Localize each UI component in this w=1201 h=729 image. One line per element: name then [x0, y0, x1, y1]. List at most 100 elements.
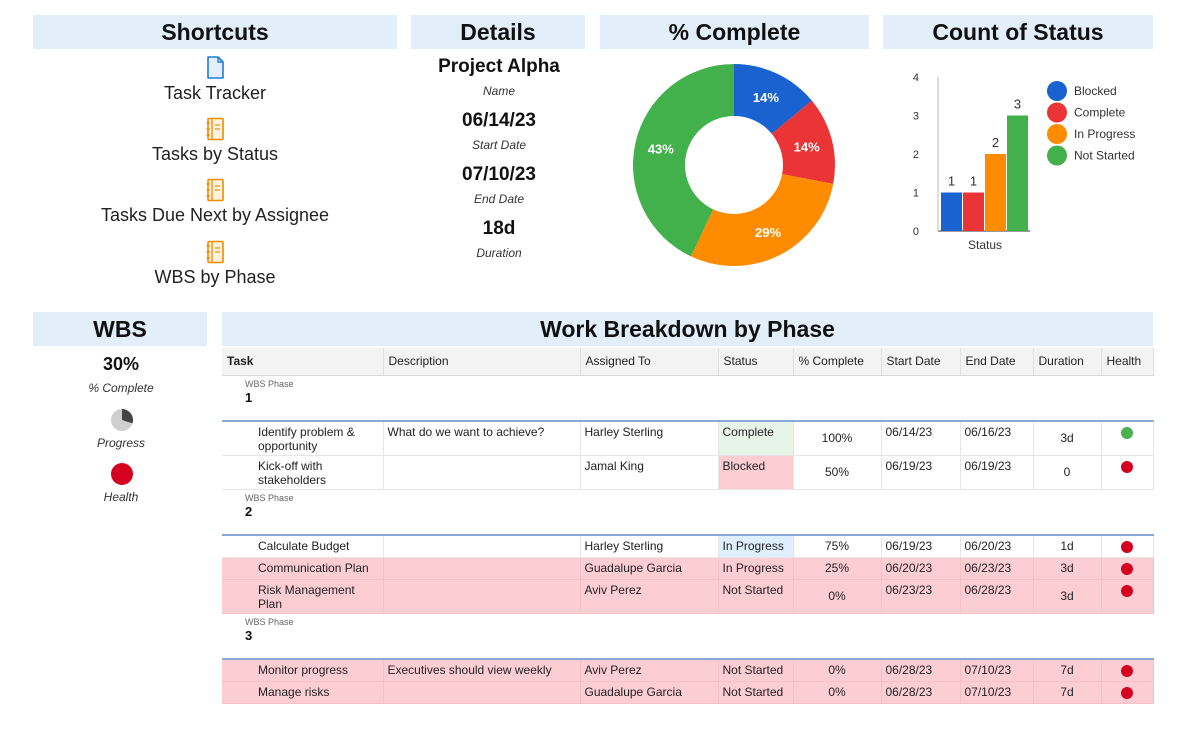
end-date-cell[interactable]: 06/28/23 — [960, 579, 1034, 614]
assigned-cell[interactable]: Jamal King — [580, 455, 719, 490]
task-cell[interactable]: Monitor progress — [222, 659, 384, 682]
description-cell[interactable] — [383, 535, 581, 558]
end-date-cell[interactable]: 06/20/23 — [960, 535, 1034, 558]
table-row[interactable]: Monitor progress Executives should view … — [222, 659, 1154, 682]
status-cell[interactable]: Not Started — [718, 659, 794, 682]
duration-cell[interactable]: 0 — [1033, 455, 1102, 490]
wbs-header: WBS — [33, 312, 207, 346]
start-date-cell[interactable]: 06/14/23 — [881, 421, 961, 456]
shortcut-task-tracker[interactable]: Task Tracker — [33, 56, 397, 104]
health-cell[interactable] — [1101, 579, 1154, 614]
percent-cell[interactable]: 0% — [793, 681, 882, 704]
health-cell[interactable] — [1101, 535, 1154, 558]
shortcut-label: Task Tracker — [163, 83, 267, 103]
column-header-task[interactable]: Task — [222, 348, 384, 376]
end-date-cell[interactable]: 06/23/23 — [960, 557, 1034, 580]
status-cell[interactable]: In Progress — [718, 557, 794, 580]
assigned-cell[interactable]: Aviv Perez — [580, 659, 719, 682]
column-header-health[interactable]: Health — [1101, 348, 1154, 376]
assigned-cell[interactable]: Aviv Perez — [580, 579, 719, 614]
health-cell[interactable] — [1101, 659, 1154, 682]
assigned-cell[interactable]: Harley Sterling — [580, 421, 719, 456]
column-header-status[interactable]: Status — [718, 348, 794, 376]
assigned-cell[interactable]: Guadalupe Garcia — [580, 557, 719, 580]
start-date-cell[interactable]: 06/19/23 — [881, 455, 961, 490]
description-cell[interactable]: What do we want to achieve? — [383, 421, 581, 456]
duration-cell[interactable]: 1d — [1033, 535, 1102, 558]
shortcut-tasks-due-next[interactable]: Tasks Due Next by Assignee — [33, 178, 397, 226]
percent-cell[interactable]: 50% — [793, 455, 882, 490]
task-cell[interactable]: Kick-off with stakeholders — [222, 455, 384, 490]
end-date-cell[interactable]: 06/16/23 — [960, 421, 1034, 456]
assigned-cell[interactable]: Guadalupe Garcia — [580, 681, 719, 704]
table-row[interactable]: Identify problem & opportunity What do w… — [222, 421, 1154, 456]
health-cell[interactable] — [1101, 421, 1154, 456]
description-cell[interactable] — [383, 681, 581, 704]
count-of-status-header: Count of Status — [883, 15, 1153, 49]
start-date-cell[interactable]: 06/23/23 — [881, 579, 961, 614]
task-cell[interactable]: Communication Plan — [222, 557, 384, 580]
duration-cell[interactable]: 7d — [1033, 681, 1102, 704]
start-date-cell[interactable]: 06/20/23 — [881, 557, 961, 580]
table-row[interactable]: Kick-off with stakeholders Jamal King Bl… — [222, 455, 1154, 490]
health-cell[interactable] — [1101, 681, 1154, 704]
column-header-description[interactable]: Description — [383, 348, 581, 376]
donut-slice-in-progress — [690, 174, 834, 266]
phase-cell: WBS Phase 3 — [222, 613, 1153, 660]
start-date-cell[interactable]: 06/19/23 — [881, 535, 961, 558]
start-date-cell[interactable]: 06/28/23 — [881, 659, 961, 682]
column-header-percent-complete[interactable]: % Complete — [793, 348, 882, 376]
duration-cell[interactable]: 7d — [1033, 659, 1102, 682]
bar-not-started — [1007, 115, 1028, 231]
y-tick-label: 2 — [913, 149, 919, 161]
percent-cell[interactable]: 100% — [793, 421, 882, 456]
task-cell[interactable]: Manage risks — [222, 681, 384, 704]
end-date-value: 07/10/23 — [462, 164, 536, 185]
y-tick-label: 0 — [913, 226, 919, 238]
duration-cell[interactable]: 3d — [1033, 579, 1102, 614]
legend-swatch-icon — [1047, 124, 1067, 144]
description-cell[interactable] — [383, 455, 581, 490]
table-row[interactable]: Communication Plan Guadalupe Garcia In P… — [222, 557, 1154, 580]
table-row[interactable]: Risk Management Plan Aviv Perez Not Star… — [222, 579, 1154, 614]
y-tick-label: 3 — [913, 111, 919, 123]
task-cell[interactable]: Identify problem & opportunity — [222, 421, 384, 456]
start-date-label: Start Date — [471, 138, 527, 152]
status-cell[interactable]: Not Started — [718, 681, 794, 704]
column-header-assigned-to[interactable]: Assigned To — [580, 348, 719, 376]
percent-cell[interactable]: 25% — [793, 557, 882, 580]
legend-swatch-icon — [1047, 145, 1067, 166]
duration-cell[interactable]: 3d — [1033, 557, 1102, 580]
column-header-start-date[interactable]: Start Date — [881, 348, 961, 376]
end-date-cell[interactable]: 07/10/23 — [960, 659, 1034, 682]
status-cell[interactable]: Not Started — [718, 579, 794, 614]
percent-cell[interactable]: 0% — [793, 579, 882, 614]
description-cell[interactable] — [383, 557, 581, 580]
shortcut-tasks-by-status[interactable]: Tasks by Status — [33, 117, 397, 165]
status-cell[interactable]: Complete — [718, 421, 794, 456]
end-date-cell[interactable]: 07/10/23 — [960, 681, 1034, 704]
column-header-duration[interactable]: Duration — [1033, 348, 1102, 376]
health-cell[interactable] — [1101, 455, 1154, 490]
legend-swatch-icon — [1047, 102, 1067, 123]
duration-cell[interactable]: 3d — [1033, 421, 1102, 456]
percent-cell[interactable]: 0% — [793, 659, 882, 682]
task-cell[interactable]: Risk Management Plan — [222, 579, 384, 614]
end-date-cell[interactable]: 06/19/23 — [960, 455, 1034, 490]
assigned-cell[interactable]: Harley Sterling — [580, 535, 719, 558]
description-cell[interactable]: Executives should view weekly — [383, 659, 581, 682]
column-header-end-date[interactable]: End Date — [960, 348, 1034, 376]
description-cell[interactable] — [383, 579, 581, 614]
start-date-cell[interactable]: 06/28/23 — [881, 681, 961, 704]
table-row[interactable]: Manage risks Guadalupe Garcia Not Starte… — [222, 681, 1154, 704]
status-cell[interactable]: In Progress — [718, 535, 794, 558]
percent-cell[interactable]: 75% — [793, 535, 882, 558]
legend-label: Complete — [1074, 106, 1126, 120]
donut-data-label: 29% — [755, 225, 781, 240]
shortcut-wbs-by-phase[interactable]: WBS by Phase — [33, 240, 397, 288]
task-cell[interactable]: Calculate Budget — [222, 535, 384, 558]
table-row[interactable]: Calculate Budget Harley Sterling In Prog… — [222, 535, 1154, 558]
health-cell[interactable] — [1101, 557, 1154, 580]
status-cell[interactable]: Blocked — [718, 455, 794, 490]
progress-pie-icon — [111, 409, 133, 431]
